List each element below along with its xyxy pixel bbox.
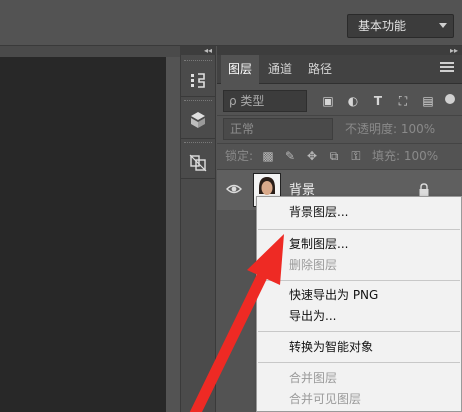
menu-item-delete-layer: 删除图层 (289, 258, 338, 272)
tab-channels[interactable]: 通道 (261, 55, 299, 84)
lock-artboard-icon[interactable]: ⧉ (327, 148, 341, 164)
menu-item-quick-export-png[interactable]: 快速导出为 PNG (289, 285, 378, 305)
tab-layers[interactable]: 图层 (221, 55, 259, 84)
document-canvas[interactable] (0, 57, 166, 412)
menu-separator (258, 331, 460, 332)
document-tab-strip (0, 46, 180, 57)
opacity-field[interactable]: 不透明度: 100% (345, 118, 435, 140)
type-filter-icon[interactable]: T (370, 93, 386, 109)
tab-paths[interactable]: 路径 (301, 55, 339, 84)
lock-image-icon[interactable]: ✎ (283, 148, 297, 164)
panel-collapse-icon[interactable]: ▸▸ (217, 46, 462, 55)
lock-position-icon[interactable]: ✥ (305, 148, 319, 164)
menu-separator (258, 362, 460, 363)
menu-item-background-layer[interactable]: 背景图层... (289, 202, 348, 222)
smart-object-filter-icon[interactable]: ▤ (420, 93, 436, 109)
dock-grip[interactable] (184, 100, 212, 103)
pixel-filter-icon[interactable]: ▣ (320, 93, 336, 109)
visibility-eye-icon[interactable] (226, 183, 242, 195)
panel-divider (217, 143, 462, 144)
menu-item-merge-layers: 合并图层 (289, 371, 338, 385)
layer-lock-icon (418, 182, 430, 196)
menu-separator (258, 280, 460, 281)
panel-divider (217, 115, 462, 116)
fill-field[interactable]: 填充: 100% (372, 146, 438, 166)
menu-item-duplicate-layer[interactable]: 复制图层... (289, 234, 348, 254)
panel-menu-icon[interactable] (440, 62, 454, 76)
workspace-label: 基本功能 (358, 19, 407, 33)
menu-item-merge-visible: 合并可见图层 (289, 392, 362, 406)
align-panel-icon[interactable] (184, 148, 212, 176)
dock-collapse-icon[interactable]: ◂◂ (180, 46, 216, 55)
menu-item-convert-smart-object[interactable]: 转换为智能对象 (289, 337, 373, 357)
chevron-down-icon (439, 23, 447, 28)
lock-transparent-icon[interactable]: ▩ (261, 148, 275, 164)
canvas-gutter (166, 57, 180, 412)
photoshop-window: 基本功能 ◂◂ ▸▸ 图层 通道 路径 ρ 类型 ▣ ◐ T ⛶ ▤ 正常 不透… (0, 0, 462, 412)
dock-separator (180, 96, 216, 97)
history-panel-icon[interactable] (184, 66, 212, 94)
workspace-switcher[interactable]: 基本功能 (347, 14, 454, 38)
properties-panel-icon[interactable] (184, 106, 212, 134)
menu-separator (258, 229, 460, 230)
blend-mode-select[interactable]: 正常 (223, 118, 333, 140)
lock-label: 锁定: (225, 149, 254, 163)
layer-filter-select[interactable]: ρ 类型 (223, 90, 307, 112)
lock-all-icon[interactable]: ⚿ (349, 148, 363, 164)
dock-separator (180, 138, 216, 139)
menu-item-export-as[interactable]: 导出为... (289, 306, 336, 326)
filter-toggle-icon[interactable] (445, 94, 455, 104)
adjustment-filter-icon[interactable]: ◐ (345, 93, 361, 109)
dock-separator (180, 178, 216, 179)
dock-grip[interactable] (184, 60, 212, 63)
shape-filter-icon[interactable]: ⛶ (395, 93, 411, 109)
dock-grip[interactable] (184, 142, 212, 145)
